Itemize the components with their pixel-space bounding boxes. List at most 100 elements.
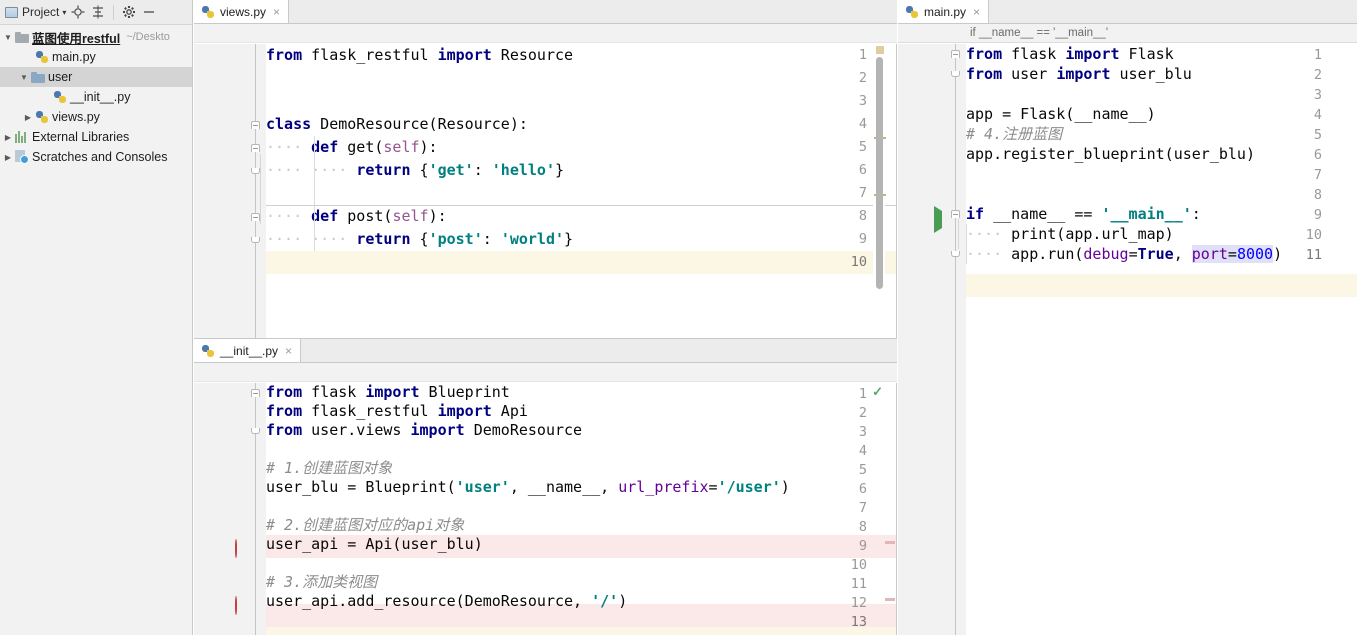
project-toolbar: Project ▾: [0, 0, 192, 25]
run-configuration-icon[interactable]: [934, 206, 942, 233]
editor-main-body[interactable]: 1 2 3 4 5 6 7 8 9 10 11 from flask impor…: [898, 44, 1357, 635]
minimize-icon[interactable]: [139, 2, 159, 22]
chevron-right-icon[interactable]: ▶: [2, 153, 14, 162]
code-line-2: from flask_restful import Api: [266, 402, 528, 420]
code-line-2: from user import user_blu: [966, 65, 1192, 83]
chevron-down-icon[interactable]: ▼: [2, 33, 14, 42]
fold-marker-post[interactable]: [249, 205, 262, 228]
breakpoint-marker[interactable]: [235, 539, 237, 558]
fold-end-imports: [949, 64, 962, 84]
editor-main-breadcrumb[interactable]: if __name__ == '__main__': [898, 24, 1357, 43]
breadcrumb-label: if __name__ == '__main__': [970, 27, 1109, 39]
editor-views-body[interactable]: 1 2 3 4 5 6 7 8 9 10 from flask_restful …: [194, 44, 897, 338]
tree-label-main-py: main.py: [52, 50, 96, 64]
tab-main-py[interactable]: main.py ×: [898, 0, 990, 23]
close-icon[interactable]: ×: [285, 344, 292, 358]
editor-tabbar-init: __init__.py ×: [194, 339, 897, 363]
gear-icon[interactable]: [119, 2, 139, 22]
tree-row-scratches-consoles[interactable]: ▶ Scratches and Consoles: [0, 147, 192, 167]
fold-marker-imports[interactable]: [949, 44, 962, 64]
editor-views-code[interactable]: from flask_restful import Resource class…: [266, 44, 897, 338]
collapse-all-icon[interactable]: [88, 2, 108, 22]
folder-blue-icon: [30, 71, 46, 83]
editor-main-py: main.py × if __name__ == '__main__' 1 2 …: [898, 0, 1357, 635]
fold-end-if-main: [949, 244, 962, 264]
chevron-down-icon[interactable]: ▼: [18, 73, 30, 82]
code-line-5: # 1.创建蓝图对象: [266, 459, 393, 477]
tab-label-main-py: main.py: [924, 4, 967, 19]
fold-region-bar: [958, 219, 959, 249]
scrollbar-warning-marker: [876, 46, 884, 54]
tab-label-init-py: __init__.py: [220, 343, 279, 358]
tree-label-user: user: [48, 70, 73, 84]
code-line-9: user_api = Api(user_blu): [266, 535, 483, 553]
fold-marker-class[interactable]: [249, 113, 262, 136]
editor-init-body[interactable]: 1 2 3 4 5 6 7 8 9 10 11 12 13 from flask…: [194, 383, 897, 635]
code-line-6: user_blu = Blueprint('user', __name__, u…: [266, 478, 790, 496]
code-line-9: if __name__ == '__main__':: [966, 205, 1201, 223]
tree-row-main-py[interactable]: ▶ main.py: [0, 47, 192, 67]
python-file-icon: [52, 90, 68, 104]
fold-end-get: [249, 159, 262, 182]
tree-row-init-py[interactable]: ▶ __init__.py: [0, 87, 192, 107]
tab-label-views-py: views.py: [220, 4, 267, 19]
tree-label-init-py: __init__.py: [70, 90, 131, 104]
code-line-11: ···· app.run(debug=True, port=8000): [966, 245, 1283, 263]
code-line-4: app = Flask(__name__): [966, 105, 1156, 123]
toolbar-divider: [113, 4, 115, 20]
locate-icon[interactable]: [68, 2, 88, 22]
code-line-4: class DemoResource(Resource):: [266, 115, 528, 133]
editor-views-scrollbar-thumb[interactable]: [876, 57, 883, 289]
scrollbar-error-marker: [885, 598, 895, 601]
chevron-right-icon[interactable]: ▶: [22, 113, 34, 122]
gutter-separator: [255, 44, 256, 338]
fold-marker-get[interactable]: [249, 136, 262, 159]
editor-views-right-divider: [896, 44, 897, 338]
scrollbar-error-marker: [885, 541, 895, 544]
chevron-right-icon[interactable]: ▶: [2, 133, 14, 142]
code-line-12: user_api.add_resource(DemoResource, '/'): [266, 592, 628, 610]
editor-views-py: views.py × 1 2 3 4 5 6 7 8 9 10 from fla…: [194, 0, 897, 338]
tab-init-py[interactable]: __init__.py ×: [194, 339, 302, 362]
editor-tabbar-views: views.py ×: [194, 0, 897, 24]
tree-row-project-root[interactable]: ▼ 蓝图使用restful ~/Deskto: [0, 27, 192, 47]
project-title-button[interactable]: Project ▾: [3, 5, 68, 19]
chevron-placeholder-icon: ▶: [40, 93, 52, 102]
tree-label-project-root: 蓝图使用restful: [32, 31, 121, 46]
python-file-icon: [201, 5, 215, 19]
close-icon[interactable]: ×: [973, 5, 980, 19]
tree-row-user[interactable]: ▼ user: [0, 67, 192, 87]
folder-icon: [14, 31, 30, 43]
python-file-icon: [34, 110, 50, 124]
editor-init-right-divider: [896, 383, 897, 635]
tabbar-empty-space: [301, 339, 897, 362]
editor-init-code[interactable]: from flask import Blueprint from flask_r…: [266, 383, 897, 635]
breakpoint-marker[interactable]: [235, 596, 237, 615]
libraries-icon: [14, 131, 30, 143]
fold-marker-if-main[interactable]: [949, 204, 962, 224]
tree-row-external-libraries[interactable]: ▶ External Libraries: [0, 127, 192, 147]
code-line-6: app.register_blueprint(user_blu): [966, 145, 1255, 163]
editor-main-code[interactable]: from flask import Flask from user import…: [966, 44, 1357, 635]
code-line-5: ···· def get(self):: [266, 138, 438, 156]
tree-row-views-py[interactable]: ▶ views.py: [0, 107, 192, 127]
code-line-5: # 4.注册蓝图: [966, 125, 1063, 143]
code-line-9: ···· ···· return {'post': 'world'}: [266, 230, 574, 248]
fold-marker-imports[interactable]: [249, 383, 262, 402]
tree-path-project-root: ~/Deskto: [126, 31, 170, 43]
project-tree[interactable]: ▼ 蓝图使用restful ~/Deskto ▶ main.py ▼ user …: [0, 25, 192, 635]
close-icon[interactable]: ×: [273, 5, 280, 19]
tab-views-py[interactable]: views.py ×: [194, 0, 290, 23]
chevron-placeholder-icon: ▶: [22, 53, 34, 62]
inspection-status-ok-icon[interactable]: ✓: [872, 384, 883, 400]
tabbar-empty-space: [289, 0, 897, 23]
project-tool-window: Project ▾ ▼ 蓝图使用restful ~/Deskto main.py…: [0, 0, 193, 635]
tree-label-external-libraries: External Libraries: [32, 130, 130, 144]
